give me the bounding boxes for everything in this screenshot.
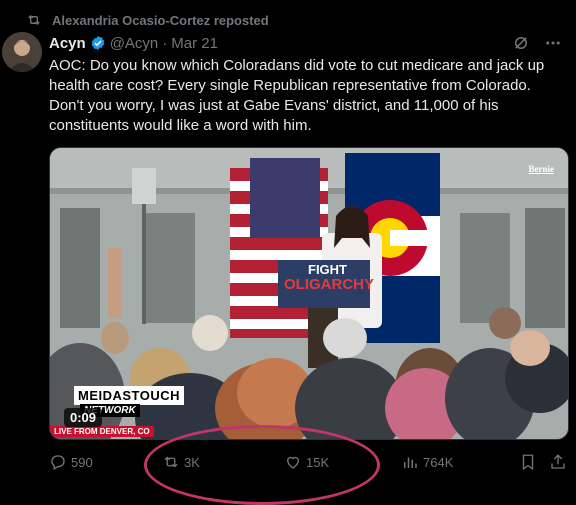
repost-button[interactable]: 3K <box>162 453 200 471</box>
views-button[interactable]: 764K <box>401 453 453 471</box>
repost-icon <box>28 15 40 25</box>
reply-count: 590 <box>71 454 93 470</box>
grok-icon[interactable] <box>512 34 530 52</box>
verified-badge-icon <box>91 36 104 50</box>
video-media[interactable]: Bernie FIGHT OLIGARCHY MEIDASTOUCH NETWO… <box>49 147 569 440</box>
view-count: 764K <box>423 454 454 470</box>
heart-icon <box>287 456 299 469</box>
sign-line-2: OLIGARCHY <box>284 276 374 293</box>
live-location-label: LIVE FROM DENVER, CO <box>50 426 154 437</box>
separator-dot: · <box>162 34 168 52</box>
repost-indicator[interactable]: Alexandria Ocasio-Cortez reposted <box>26 12 269 28</box>
more-options-icon[interactable] <box>544 34 562 52</box>
watermark-text: Bernie <box>528 164 555 174</box>
sign-line-1: FIGHT <box>308 262 347 277</box>
tweet-header: Acyn @Acyn · Mar 21 <box>49 34 562 52</box>
network-brand-label: MEIDASTOUCH <box>74 386 185 405</box>
reply-icon <box>51 455 65 470</box>
tweet-text: AOC: Do you know which Coloradans did vo… <box>49 57 545 134</box>
author-name[interactable]: Acyn <box>49 35 86 52</box>
bookmark-icon <box>522 454 534 471</box>
share-button[interactable] <box>549 453 567 471</box>
reply-button[interactable]: 590 <box>49 453 93 471</box>
tweet-actions: 590 3K 15K 764K <box>49 450 569 474</box>
like-button[interactable]: 15K <box>284 453 329 471</box>
like-count: 15K <box>306 454 330 470</box>
share-icon <box>551 454 565 469</box>
avatar[interactable] <box>2 32 42 72</box>
bookmark-button[interactable] <box>519 453 537 471</box>
author-handle[interactable]: @Acyn <box>110 35 159 52</box>
repost-count: 3K <box>184 454 200 470</box>
video-duration: 0:09 <box>64 408 103 427</box>
tweet-date[interactable]: Mar 21 <box>171 35 218 52</box>
views-chart-icon <box>404 457 417 468</box>
repost-text: Alexandria Ocasio-Cortez reposted <box>52 12 269 28</box>
repost-icon <box>164 456 178 468</box>
